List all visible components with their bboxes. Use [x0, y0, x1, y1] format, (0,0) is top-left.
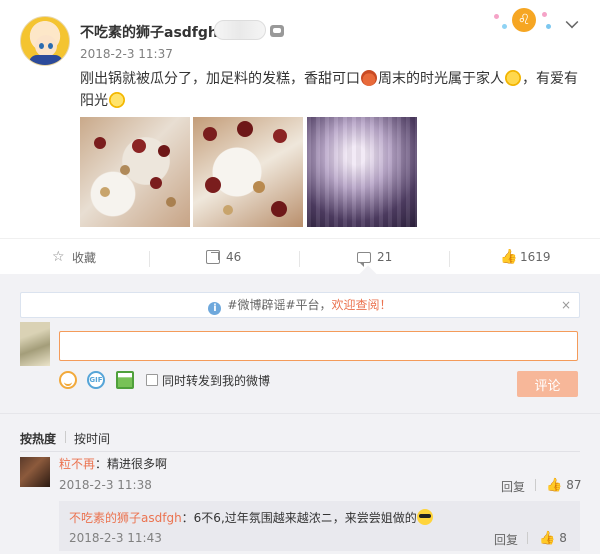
comment-item: 粒不再：精进很多啊 — [59, 455, 167, 472]
post-text: 刚出锅就被瓜分了，加足料的发糕，香甜可口 周末的时光属于家人 ，有爱有阳光 — [80, 68, 585, 112]
comment-like-button[interactable]: 👍 87 — [546, 478, 581, 493]
nut-decor — [166, 197, 176, 207]
avatar-eye — [48, 43, 53, 49]
comment-like-count: 87 — [566, 478, 582, 492]
post-username[interactable]: 不吃素的狮子asdfgh — [80, 22, 218, 42]
divider — [535, 479, 536, 491]
leo-zodiac-icon: ♌ — [488, 8, 558, 32]
sub-comment-like-count: 8 — [559, 531, 567, 545]
gif-icon[interactable]: GIF — [87, 371, 105, 389]
post-action-bar: ☆ 收藏 46 21 👍 1619 — [0, 238, 600, 274]
post-text-part: 刚出锅就被瓜分了，加足料的发糕，香甜可口 — [80, 71, 360, 87]
emoji-icon[interactable] — [59, 371, 77, 389]
divider — [299, 251, 300, 267]
post-time[interactable]: 2018-2-3 11:37 — [80, 47, 173, 61]
info-icon: i — [208, 302, 222, 315]
sub-comment-text: ：6不6,过年氛围越来越浓ニ，来尝尝姐做的 — [181, 511, 417, 525]
notice-banner[interactable]: i #微博辟谣#平台，欢迎查阅！ × — [20, 292, 580, 318]
date-decor — [271, 201, 287, 217]
post-photo-curtain[interactable] — [307, 117, 417, 227]
date-decor — [273, 129, 287, 143]
notice-text: #微博辟谣#平台， — [227, 298, 332, 312]
user-avatar[interactable] — [20, 16, 70, 66]
divider — [20, 451, 580, 452]
smile-emoji-icon — [109, 92, 125, 108]
blurred-remark — [214, 20, 266, 40]
divider — [65, 431, 66, 443]
comment-icon — [357, 251, 371, 267]
favorite-button[interactable]: ☆ 收藏 — [52, 239, 96, 275]
sparkle — [494, 14, 499, 19]
commenter-avatar[interactable] — [20, 457, 50, 487]
nut-decor — [253, 181, 265, 193]
sparkle — [546, 24, 551, 29]
like-count: 1619 — [520, 250, 551, 264]
post-photo-cake-1[interactable] — [80, 117, 190, 227]
post-photo-cake-2[interactable] — [193, 117, 303, 227]
date-decor — [150, 177, 162, 189]
thumbs-up-icon: 👍 — [539, 531, 556, 546]
nut-decor — [100, 187, 110, 197]
chevron-down-icon[interactable] — [565, 15, 579, 29]
nut-decor — [223, 205, 233, 215]
comment-count: 21 — [377, 250, 393, 264]
date-decor — [203, 127, 217, 141]
date-decor — [205, 177, 221, 193]
sort-by-hot-tab[interactable]: 按热度 — [20, 430, 56, 447]
sub-commenter-name[interactable]: 不吃素的狮子asdfgh — [69, 511, 182, 525]
heart-face-emoji-icon — [505, 70, 521, 86]
share-button[interactable]: 46 — [206, 239, 241, 275]
comment-time: 2018-2-3 11:38 — [59, 478, 152, 492]
cake-emoji-icon — [361, 70, 377, 86]
date-decor — [94, 137, 106, 149]
reply-button[interactable]: 回复 — [501, 478, 525, 495]
sub-comment-item: 不吃素的狮子asdfgh：6不6,过年氛围越来越浓ニ，来尝尝姐做的 — [69, 509, 433, 526]
divider — [0, 413, 600, 414]
sparkle — [502, 24, 507, 29]
sub-comment-like-button[interactable]: 👍 8 — [539, 531, 567, 546]
divider — [149, 251, 150, 267]
post-text-part: 周末的时光属于家人 — [378, 71, 504, 87]
zodiac-symbol: ♌ — [512, 8, 536, 32]
share-icon — [206, 250, 220, 264]
sub-comment-time: 2018-2-3 11:43 — [69, 531, 162, 545]
avatar-eye — [39, 43, 44, 49]
repost-checkbox[interactable] — [146, 374, 158, 386]
member-badge-icon[interactable] — [270, 25, 284, 37]
star-icon: ☆ — [52, 249, 65, 265]
close-icon[interactable]: × — [561, 293, 571, 317]
date-decor — [132, 139, 146, 153]
comment-input[interactable] — [59, 331, 578, 361]
submit-comment-button[interactable]: 评论 — [517, 371, 578, 397]
share-count: 46 — [226, 250, 242, 264]
comment-text: ：精进很多啊 — [95, 457, 168, 471]
sort-by-time-tab[interactable]: 按时间 — [74, 430, 110, 447]
divider — [527, 532, 528, 544]
image-icon[interactable] — [116, 371, 134, 389]
sunglasses-emoji-icon — [416, 509, 433, 525]
my-avatar — [20, 322, 50, 366]
notice-link[interactable]: 欢迎查阅！ — [332, 298, 392, 312]
thumbs-up-icon: 👍 — [546, 478, 563, 493]
commenter-name[interactable]: 粒不再 — [59, 457, 95, 471]
favorite-label: 收藏 — [72, 250, 97, 265]
nut-decor — [120, 165, 130, 175]
date-decor — [237, 121, 253, 137]
divider — [449, 251, 450, 267]
sub-reply-button[interactable]: 回复 — [494, 531, 518, 548]
date-decor — [158, 145, 170, 157]
repost-label[interactable]: 同时转发到我的微博 — [162, 372, 270, 389]
sparkle — [542, 12, 547, 17]
avatar-collar — [29, 55, 63, 65]
thumbs-up-icon: 👍 — [500, 249, 518, 265]
like-button[interactable]: 👍 1619 — [500, 239, 551, 275]
